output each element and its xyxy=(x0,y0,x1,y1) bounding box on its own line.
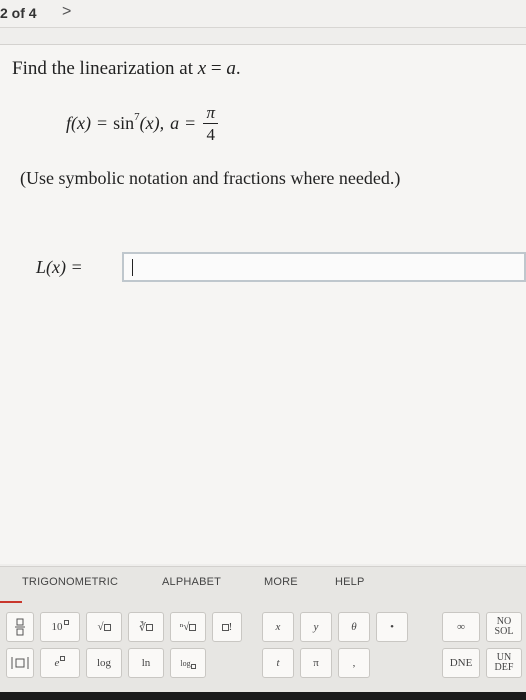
theta-label: θ xyxy=(351,621,357,633)
active-tab-indicator xyxy=(0,601,22,603)
log-key[interactable]: log xyxy=(86,648,122,678)
y-key[interactable]: y xyxy=(300,612,332,642)
factorial-box-icon xyxy=(221,623,229,631)
func-name: sin xyxy=(113,113,135,133)
no-solution-line2: SOL xyxy=(494,626,514,637)
prompt-var: x xyxy=(197,58,207,79)
pi-key[interactable]: π xyxy=(300,648,332,678)
prompt-a: a xyxy=(226,58,236,79)
infinity-label: ∞ xyxy=(457,621,465,633)
comma-key[interactable]: , xyxy=(338,648,370,678)
func-lhs: f(x) xyxy=(66,113,91,133)
nth-root-key[interactable]: ⁿ√ xyxy=(170,612,206,642)
cube-root-label: ∛ xyxy=(138,621,146,634)
instruction-note: (Use symbolic notation and fractions whe… xyxy=(20,168,401,188)
power-of-ten-key[interactable]: 10 xyxy=(40,612,80,642)
pi-label: π xyxy=(313,657,319,669)
func-arg: (x), xyxy=(139,113,165,133)
undefined-key[interactable]: UN DEF xyxy=(486,648,522,678)
factorial-key[interactable]: ! xyxy=(212,612,242,642)
prompt-eq: = xyxy=(206,58,227,79)
log-base-key[interactable]: log xyxy=(170,648,206,678)
ln-key[interactable]: ln xyxy=(128,648,164,678)
fraction-key[interactable] xyxy=(6,612,34,642)
top-bar: 2 of 4 > xyxy=(0,0,526,28)
absolute-value-icon xyxy=(11,657,29,669)
nth-root-label: ⁿ√ xyxy=(179,621,190,633)
absolute-value-key[interactable] xyxy=(6,648,34,678)
pi-over-four-fraction: π 4 xyxy=(203,103,219,144)
comma-label: , xyxy=(352,657,356,669)
t-key[interactable]: t xyxy=(262,648,294,678)
radicand-box-icon xyxy=(146,623,153,631)
answer-label: L(x) = xyxy=(36,257,83,277)
question-prompt: Find the linearization at x = a. xyxy=(12,58,241,80)
ln-label: ln xyxy=(141,657,151,669)
t-label: t xyxy=(276,657,280,669)
function-equation: f(x) = sin 7 (x), a = π 4 xyxy=(66,103,219,144)
power-of-ten-label: 10 xyxy=(51,621,63,633)
fraction-numerator: π xyxy=(206,103,216,122)
log-base-box-icon xyxy=(190,663,196,669)
undefined-line2: DEF xyxy=(494,662,514,673)
y-label: y xyxy=(313,621,319,633)
exponent-box-icon xyxy=(60,655,66,661)
equals-sign: = xyxy=(96,113,108,133)
theta-key[interactable]: θ xyxy=(338,612,370,642)
a-var: a xyxy=(170,113,180,133)
dne-label: DNE xyxy=(449,657,473,669)
exponential-label: e xyxy=(54,657,60,669)
prompt-end: . xyxy=(235,58,241,79)
exponential-key[interactable]: e xyxy=(40,648,80,678)
tab-trigonometric[interactable]: TRIGONOMETRIC xyxy=(22,576,118,588)
tab-help[interactable]: HELP xyxy=(335,576,365,588)
fraction-icon xyxy=(15,618,25,636)
exponent-box-icon xyxy=(63,619,69,625)
dne-key[interactable]: DNE xyxy=(442,648,480,678)
infinity-key[interactable]: ∞ xyxy=(442,612,480,642)
no-solution-key[interactable]: NO SOL xyxy=(486,612,522,642)
log-base-label: log xyxy=(180,658,191,668)
x-key[interactable]: x xyxy=(262,612,294,642)
multiply-dot-label: • xyxy=(390,621,394,633)
radicand-box-icon xyxy=(189,623,197,631)
func-power: 7 xyxy=(134,110,140,123)
prompt-text: Find the linearization at xyxy=(12,58,198,79)
cube-root-key[interactable]: ∛ xyxy=(128,612,164,642)
next-arrow-icon[interactable]: > xyxy=(62,3,71,21)
log-label: log xyxy=(96,657,112,669)
tab-alphabet[interactable]: ALPHABET xyxy=(162,576,221,588)
bottom-bar xyxy=(0,692,526,700)
fraction-denominator: 4 xyxy=(206,125,216,144)
answer-input[interactable] xyxy=(122,252,526,282)
multiply-dot-key[interactable]: • xyxy=(376,612,408,642)
square-root-key[interactable]: √ xyxy=(86,612,122,642)
a-equals: = xyxy=(185,113,196,133)
tab-more[interactable]: MORE xyxy=(264,576,298,588)
x-label: x xyxy=(275,621,281,633)
factorial-label: ! xyxy=(228,621,233,633)
text-caret xyxy=(132,259,133,276)
palette-tabs: TRIGONOMETRIC ALPHABET MORE HELP xyxy=(0,576,526,596)
radicand-box-icon xyxy=(103,623,111,631)
question-counter: 2 of 4 xyxy=(0,5,37,21)
